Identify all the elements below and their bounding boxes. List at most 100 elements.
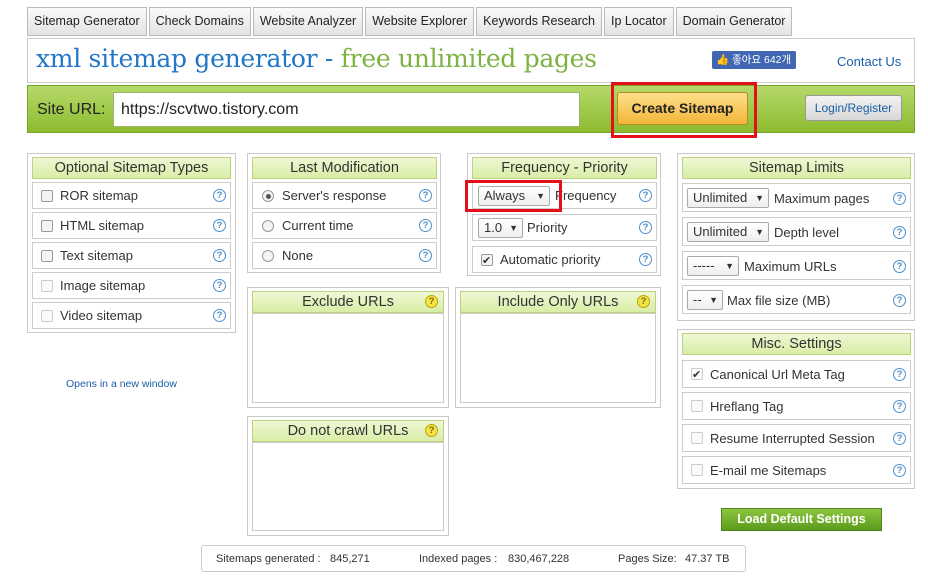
help-icon[interactable]: ? [893, 432, 906, 445]
chevron-down-icon: ▼ [509, 223, 518, 233]
depth-level-label: Depth level [774, 225, 840, 240]
last-modification-title: Last Modification [252, 157, 437, 179]
help-icon[interactable]: ? [639, 189, 652, 202]
size-label: Pages Size: [618, 553, 677, 565]
depth-level-select[interactable]: Unlimited ▼ [687, 222, 769, 242]
email-checkbox[interactable] [691, 464, 703, 476]
highlight-box-frequency [465, 180, 562, 212]
hreflang-checkbox[interactable] [691, 400, 703, 412]
image-checkbox[interactable] [41, 280, 53, 292]
help-icon[interactable]: ? [893, 294, 906, 307]
option-ror-sitemap[interactable]: ROR sitemap? [32, 182, 231, 209]
tab-keywords-research[interactable]: Keywords Research [476, 7, 603, 36]
option-label: ROR sitemap [60, 188, 139, 203]
help-icon[interactable]: ? [213, 249, 226, 262]
help-icon[interactable]: ? [639, 253, 652, 266]
help-icon[interactable]: ? [639, 221, 652, 234]
help-icon[interactable]: ? [425, 424, 438, 437]
radio-none[interactable] [262, 250, 274, 262]
video-checkbox[interactable] [41, 310, 53, 322]
max-pages-select[interactable]: Unlimited ▼ [687, 188, 769, 208]
priority-value: 1.0 [484, 220, 503, 235]
lastmod-current-time[interactable]: Current time? [252, 212, 437, 239]
tab-website-analyzer[interactable]: Website Analyzer [252, 7, 364, 36]
indexed-label: Indexed pages : [419, 553, 498, 565]
help-icon[interactable]: ? [213, 279, 226, 292]
misc-label: Canonical Url Meta Tag [710, 367, 845, 382]
automatic-priority-row[interactable]: Automatic priority? [472, 246, 657, 274]
help-icon[interactable]: ? [213, 219, 226, 232]
max-file-size-select[interactable]: -- ▼ [687, 290, 723, 310]
thumbs-up-icon: 👍 [716, 54, 730, 66]
html-checkbox[interactable] [41, 220, 53, 232]
option-video-sitemap[interactable]: Video sitemap? [32, 302, 231, 329]
chevron-down-icon: ▼ [725, 261, 734, 271]
help-icon[interactable]: ? [213, 189, 226, 202]
option-label: HTML sitemap [60, 218, 145, 233]
radio-current-time[interactable] [262, 220, 274, 232]
help-icon[interactable]: ? [213, 309, 226, 322]
help-icon[interactable]: ? [893, 192, 906, 205]
tab-ip-locator[interactable]: Ip Locator [604, 7, 674, 36]
option-label: Text sitemap [60, 248, 133, 263]
nocrawl-urls-textarea[interactable] [252, 442, 444, 531]
title-free: free unlimited pages [340, 44, 597, 73]
top-tabs: Sitemap Generator Check Domains Website … [27, 7, 793, 37]
help-icon[interactable]: ? [893, 464, 906, 477]
lastmod-none[interactable]: None? [252, 242, 437, 269]
tab-domain-generator[interactable]: Domain Generator [675, 7, 793, 36]
opens-new-window-note: Opens in a new window [66, 378, 177, 390]
limit-depth-level: Unlimited ▼ Depth level? [682, 217, 911, 246]
frequency-label: Frequency [555, 188, 617, 203]
misc-canonical[interactable]: Canonical Url Meta Tag? [682, 360, 911, 388]
misc-hreflang[interactable]: Hreflang Tag? [682, 392, 911, 420]
priority-label: Priority [527, 220, 568, 235]
title-main: xml sitemap generator [36, 44, 318, 73]
limit-max-urls: ----- ▼ Maximum URLs? [682, 251, 911, 280]
exclude-urls-textarea[interactable] [252, 313, 444, 403]
option-text-sitemap[interactable]: Text sitemap? [32, 242, 231, 269]
depth-level-value: Unlimited [693, 224, 748, 239]
help-icon[interactable]: ? [419, 189, 432, 202]
nocrawl-urls-title: Do not crawl URLs? [252, 420, 444, 442]
tab-check-domains[interactable]: Check Domains [148, 7, 251, 36]
text-checkbox[interactable] [41, 250, 53, 262]
lastmod-server-response[interactable]: Server's response? [252, 182, 437, 209]
tab-sitemap-generator[interactable]: Sitemap Generator [27, 7, 147, 36]
radio-label: Server's response [282, 188, 387, 203]
load-default-settings-button[interactable]: Load Default Settings [721, 508, 882, 531]
help-icon[interactable]: ? [637, 295, 650, 308]
help-icon[interactable]: ? [425, 295, 438, 308]
misc-label: Resume Interrupted Session [710, 431, 875, 446]
misc-email[interactable]: E-mail me Sitemaps? [682, 456, 911, 484]
login-register-button[interactable]: Login/Register [805, 95, 902, 121]
contact-us-link[interactable]: Contact Us [837, 54, 901, 69]
help-icon[interactable]: ? [419, 249, 432, 262]
help-icon[interactable]: ? [893, 400, 906, 413]
misc-resume[interactable]: Resume Interrupted Session? [682, 424, 911, 452]
tab-website-explorer[interactable]: Website Explorer [365, 7, 475, 36]
site-url-input[interactable]: https://scvtwo.tistory.com [113, 92, 580, 127]
option-html-sitemap[interactable]: HTML sitemap? [32, 212, 231, 239]
radio-server-response[interactable] [262, 190, 274, 202]
help-icon[interactable]: ? [893, 226, 906, 239]
limit-max-file-size: -- ▼ Max file size (MB)? [682, 285, 911, 314]
automatic-priority-checkbox[interactable] [481, 249, 493, 274]
option-image-sitemap[interactable]: Image sitemap? [32, 272, 231, 299]
help-icon[interactable]: ? [893, 368, 906, 381]
max-pages-value: Unlimited [693, 190, 748, 205]
radio-label: Current time [282, 218, 354, 233]
resume-checkbox[interactable] [691, 432, 703, 444]
exclude-urls-label: Exclude URLs [302, 294, 394, 310]
canonical-checkbox[interactable] [691, 363, 703, 388]
misc-label: E-mail me Sitemaps [710, 463, 827, 478]
facebook-like-button[interactable]: 👍 좋아요 642개 [712, 51, 797, 69]
max-urls-select[interactable]: ----- ▼ [687, 256, 739, 276]
help-icon[interactable]: ? [893, 260, 906, 273]
priority-select[interactable]: 1.0 ▼ [478, 218, 523, 238]
ror-checkbox[interactable] [41, 190, 53, 202]
include-urls-title: Include Only URLs? [460, 291, 656, 313]
include-urls-textarea[interactable] [460, 313, 656, 403]
stats-bar: Sitemaps generated : 845,271 Indexed pag… [201, 545, 746, 572]
help-icon[interactable]: ? [419, 219, 432, 232]
